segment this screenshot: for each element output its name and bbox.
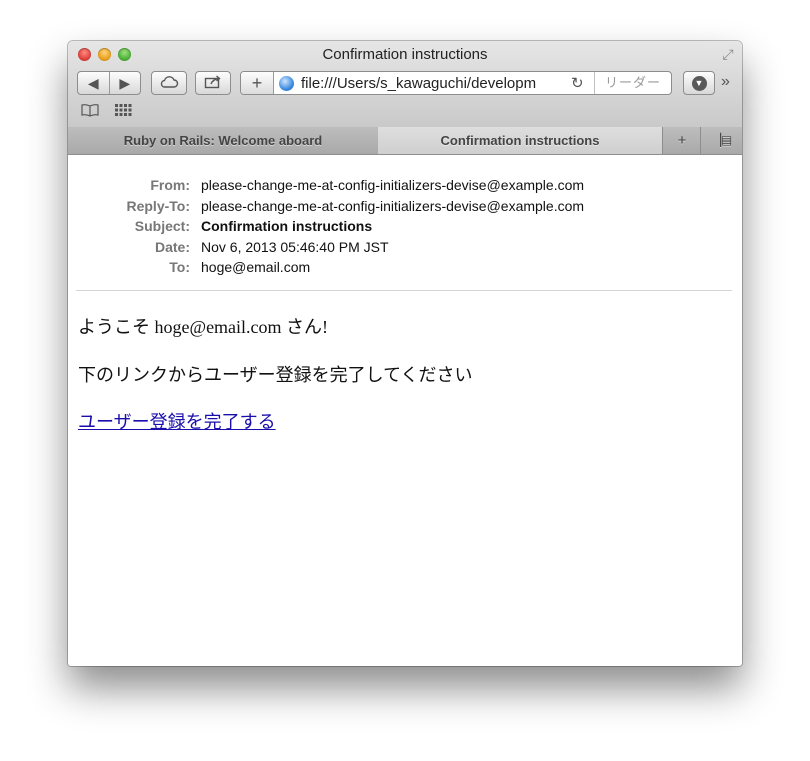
from-value: please-change-me-at-config-initializers-…: [201, 177, 585, 193]
complete-registration-link[interactable]: ユーザー登録を完了する: [78, 408, 276, 434]
email-headers: From: please-change-me-at-config-initial…: [68, 177, 742, 280]
header-row-to: To: hoge@email.com: [68, 259, 742, 280]
chevron-more-icon[interactable]: »: [721, 73, 730, 91]
fullscreen-icon[interactable]: ⤢: [720, 46, 736, 62]
tab-confirmation-instructions[interactable]: Confirmation instructions: [378, 127, 662, 154]
top-sites-grid-icon[interactable]: [114, 103, 132, 121]
date-label: Date:: [154, 238, 190, 255]
header-row-from: From: please-change-me-at-config-initial…: [68, 177, 742, 198]
add-bookmark-button[interactable]: +: [241, 72, 274, 94]
header-divider: [76, 290, 732, 291]
reading-list-icon[interactable]: [80, 103, 100, 121]
instruction-text: 下のリンクからユーザー登録を完了してください: [78, 365, 473, 385]
share-icon: [204, 74, 222, 92]
subject-value: Confirmation instructions: [201, 218, 373, 234]
reply-to-value: please-change-me-at-config-initializers-…: [201, 197, 585, 214]
browser-window: Confirmation instructions ⤢ ◀ ▶ + file:/…: [68, 41, 742, 666]
subject-label: Subject:: [134, 218, 190, 234]
address-bar[interactable]: + file:///Users/s_kawaguchi/developm ↻ リ…: [240, 71, 672, 95]
reload-icon[interactable]: ↻: [571, 74, 584, 92]
share-button[interactable]: [195, 71, 231, 95]
downloads-button[interactable]: ▼: [683, 71, 715, 95]
from-label: From:: [150, 177, 190, 193]
tab-ruby-on-rails[interactable]: Ruby on Rails: Welcome aboard: [68, 127, 379, 154]
tab-overview-icon[interactable]: ▕▤: [700, 127, 742, 154]
browser-chrome: Confirmation instructions ⤢ ◀ ▶ + file:/…: [68, 41, 742, 128]
greeting-text: ようこそ hoge@email.com さん!: [78, 317, 329, 337]
back-forward-group: ◀ ▶: [77, 71, 141, 95]
address-input[interactable]: file:///Users/s_kawaguchi/developm: [301, 75, 563, 92]
download-icon: ▼: [691, 75, 707, 91]
bookmarks-bar: [80, 103, 132, 121]
page-content: From: please-change-me-at-config-initial…: [68, 155, 742, 666]
reader-button[interactable]: リーダー: [594, 72, 671, 94]
icloud-tabs-button[interactable]: [151, 71, 187, 95]
header-row-reply-to: Reply-To: please-change-me-at-config-ini…: [68, 198, 742, 219]
window-title: Confirmation instructions: [322, 46, 488, 63]
cloud-icon: [159, 75, 179, 92]
header-row-date: Date: Nov 6, 2013 05:46:40 PM JST: [68, 239, 742, 260]
to-label: To:: [169, 259, 190, 275]
forward-arrow-icon[interactable]: ▶: [108, 72, 141, 94]
tab-bar: Ruby on Rails: Welcome aboard Confirmati…: [68, 127, 742, 155]
to-value: hoge@email.com: [201, 259, 311, 275]
header-row-subject: Subject: Confirmation instructions: [68, 218, 742, 239]
reply-to-label: Reply-To:: [126, 197, 190, 214]
globe-icon: [279, 76, 294, 91]
date-value: Nov 6, 2013 05:46:40 PM JST: [201, 238, 389, 255]
back-arrow-icon[interactable]: ◀: [78, 72, 109, 94]
new-tab-plus-icon[interactable]: +: [662, 127, 701, 154]
